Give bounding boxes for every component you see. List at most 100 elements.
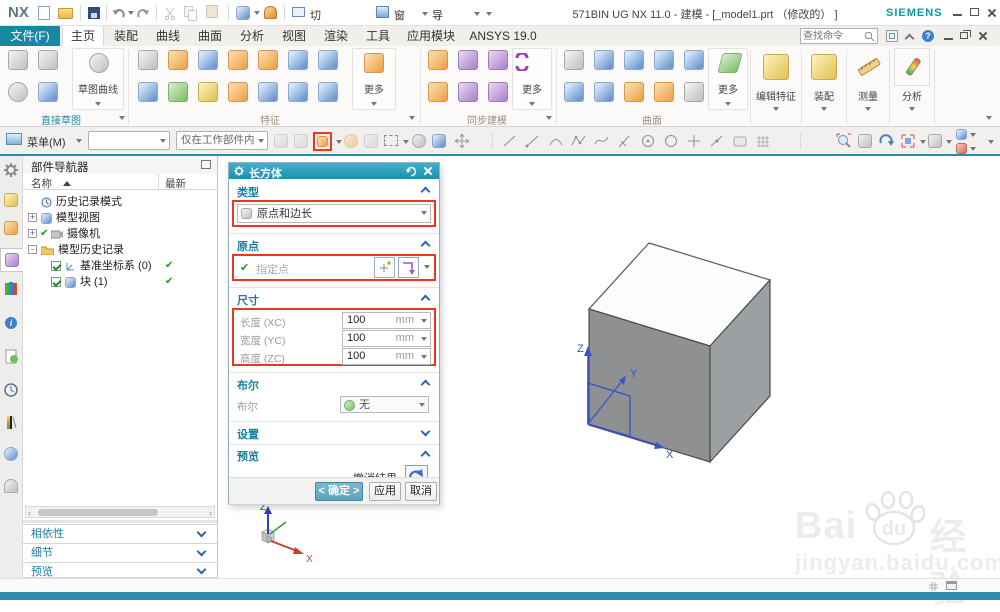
- sweep-icon[interactable]: [138, 82, 158, 102]
- snap-endpoint-icon[interactable]: [525, 133, 541, 149]
- history-palette-icon[interactable]: [3, 348, 20, 365]
- four-point-surface-icon[interactable]: [564, 50, 584, 70]
- column-name[interactable]: 名称: [31, 176, 52, 191]
- history-clock-icon[interactable]: [3, 382, 20, 399]
- finish-sketch-icon[interactable]: [38, 82, 58, 102]
- preview-section-header[interactable]: 预览: [229, 448, 439, 463]
- origin-section-header[interactable]: 原点: [229, 238, 439, 253]
- revolve-icon[interactable]: [198, 50, 218, 70]
- draft-icon[interactable]: [258, 82, 278, 102]
- cancel-button[interactable]: 取消: [405, 482, 437, 501]
- settings-section-header[interactable]: 设置: [229, 426, 439, 441]
- effects-icon[interactable]: [956, 143, 967, 154]
- assemblies-button[interactable]: 装配: [803, 48, 845, 111]
- snap-polyline-icon[interactable]: [571, 133, 587, 149]
- full-screen-icon[interactable]: [886, 30, 898, 42]
- tree-item-history-mode[interactable]: 历史记录模式: [23, 194, 218, 210]
- search-icon[interactable]: [864, 31, 875, 42]
- grid-toggle-icon[interactable]: [928, 581, 939, 592]
- undo-icon[interactable]: [112, 6, 126, 20]
- varied-sweep-icon[interactable]: [654, 82, 674, 102]
- snap-point-icon[interactable]: [686, 133, 702, 149]
- through-curve-mesh-icon[interactable]: [654, 50, 674, 70]
- sync-group-caret[interactable]: [546, 116, 552, 120]
- pan-icon[interactable]: [858, 134, 872, 148]
- panel-splitter[interactable]: [23, 520, 217, 523]
- constraint-navigator-icon[interactable]: [3, 220, 20, 237]
- point-constructor-button[interactable]: [398, 257, 419, 278]
- measure-button[interactable]: 测量: [848, 48, 888, 111]
- length-input[interactable]: 100 mm: [342, 312, 431, 329]
- general-object-filter-icon[interactable]: [274, 134, 288, 148]
- menu-button[interactable]: 菜单(M): [4, 130, 84, 151]
- tab-assemblies[interactable]: 装配: [106, 26, 146, 46]
- panel-pin-icon[interactable]: [201, 160, 211, 169]
- section-dependencies[interactable]: 相依性: [23, 524, 217, 543]
- undo-dropdown-caret[interactable]: [128, 11, 134, 15]
- paste-icon[interactable]: [206, 5, 218, 18]
- snap-circle-icon[interactable]: [663, 133, 679, 149]
- new-file-icon[interactable]: [38, 6, 50, 20]
- sketch-icon[interactable]: [8, 50, 28, 70]
- marquee-select-icon[interactable]: [384, 135, 398, 146]
- snap-perpendicular-icon[interactable]: [617, 133, 633, 149]
- direct-sketch-group-caret[interactable]: [119, 116, 125, 120]
- window-toggle-icon[interactable]: [946, 581, 957, 590]
- tab-file[interactable]: 文件(F): [0, 26, 60, 46]
- type-dropdown[interactable]: 原点和边长: [237, 204, 431, 223]
- pattern-feature-icon[interactable]: [258, 50, 278, 70]
- minimize-ribbon-icon[interactable]: [904, 33, 915, 44]
- snap-spline-icon[interactable]: [594, 133, 610, 149]
- edit-feature-button[interactable]: 编辑特征: [752, 48, 800, 111]
- tab-application[interactable]: 应用模块: [400, 26, 462, 46]
- tree-item-datum-csys[interactable]: 基准坐标系 (0) ✔: [23, 258, 218, 274]
- sketch-curve-button[interactable]: 草图曲线: [72, 48, 124, 110]
- n-sided-surface-icon[interactable]: [684, 50, 704, 70]
- tab-view[interactable]: 视图: [274, 26, 314, 46]
- visibility-checkbox[interactable]: [51, 261, 61, 271]
- dialog-close-icon[interactable]: [423, 166, 432, 175]
- display-part-caret[interactable]: [254, 11, 260, 15]
- snap-line-icon[interactable]: [502, 133, 518, 149]
- solid-body-filter-icon[interactable]: [432, 134, 446, 148]
- tree-item-model-history[interactable]: - 模型历史记录: [23, 242, 218, 258]
- tab-ansys[interactable]: ANSYS 19.0: [464, 26, 542, 46]
- snap-options-icon[interactable]: [364, 134, 378, 148]
- sketch-in-task-icon[interactable]: [38, 50, 58, 70]
- tab-curve[interactable]: 曲线: [148, 26, 188, 46]
- emboss-icon[interactable]: [318, 50, 338, 70]
- snap-center-icon[interactable]: [640, 133, 656, 149]
- ruled-icon[interactable]: [564, 82, 584, 102]
- move-face-icon[interactable]: [428, 50, 448, 70]
- render-style-icon[interactable]: [928, 134, 942, 148]
- dialog-header[interactable]: 长方体: [229, 163, 439, 180]
- tab-surface[interactable]: 曲面: [190, 26, 230, 46]
- point-options-caret[interactable]: [424, 265, 430, 269]
- shell-icon[interactable]: [288, 82, 308, 102]
- tab-tools[interactable]: 工具: [358, 26, 398, 46]
- offset-surface-icon[interactable]: [624, 82, 644, 102]
- part-navigator-icon[interactable]: [0, 248, 23, 272]
- expand-icon[interactable]: +: [28, 229, 37, 238]
- rotate-view-icon[interactable]: [878, 133, 894, 149]
- replace-face-icon[interactable]: [428, 82, 448, 102]
- mirror-feature-icon[interactable]: [228, 82, 248, 102]
- assembly-navigator-icon[interactable]: [3, 192, 20, 209]
- apply-button[interactable]: 应用: [369, 482, 401, 501]
- render-style-caret[interactable]: [946, 140, 952, 144]
- resize-blend-icon[interactable]: [488, 82, 508, 102]
- type-section-header[interactable]: 类型: [229, 184, 439, 199]
- filter-reset-icon[interactable]: [294, 134, 308, 148]
- trim-body-icon[interactable]: [198, 82, 218, 102]
- process-studio-icon[interactable]: [3, 446, 20, 463]
- section-preview[interactable]: 预览: [23, 562, 217, 578]
- snap-grid-icon[interactable]: [755, 133, 771, 149]
- boolean-section-header[interactable]: 布尔: [229, 377, 439, 392]
- reuse-library-icon[interactable]: [3, 280, 20, 297]
- zoom-window-icon[interactable]: [836, 133, 852, 149]
- navigator-h-scrollbar[interactable]: ‹ ›: [25, 506, 215, 518]
- sync-more-button[interactable]: 更多: [512, 48, 552, 110]
- redo-icon[interactable]: [136, 6, 150, 20]
- roles-icon[interactable]: [3, 478, 20, 495]
- delete-face-icon[interactable]: [458, 82, 478, 102]
